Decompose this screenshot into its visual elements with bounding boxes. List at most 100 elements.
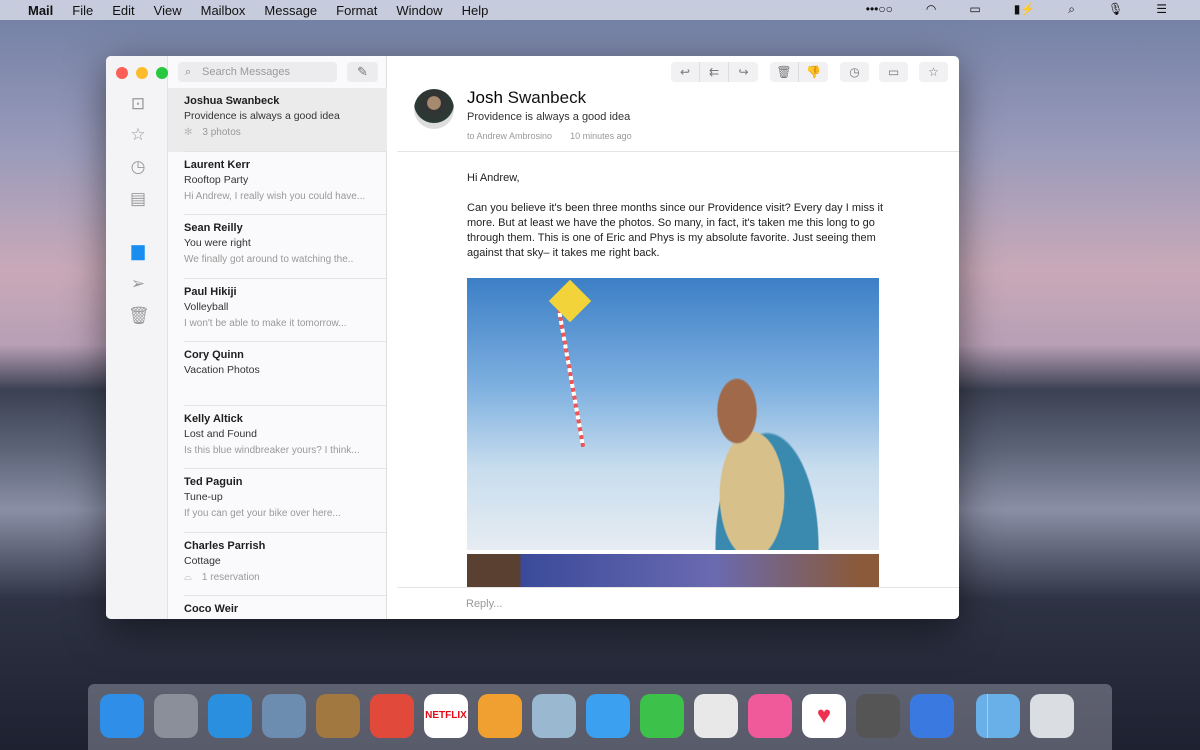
preview: If you can get your bike over here... (184, 508, 341, 519)
delete-button[interactable]: 🗑 (770, 62, 799, 82)
star-icon[interactable]: ☆ (128, 125, 148, 145)
avatar (414, 89, 454, 129)
trash-dock-icon[interactable] (1030, 694, 1074, 738)
email-body: Hi Andrew, Can you believe it's been thr… (467, 171, 887, 261)
launchpad-dock-icon[interactable] (154, 694, 198, 738)
junk-button[interactable]: 👎 (799, 62, 828, 82)
menu-mailbox[interactable]: Mailbox (201, 3, 246, 18)
subject: You were right (184, 237, 251, 249)
downloads-dock-icon[interactable] (976, 694, 1020, 738)
health-dock-icon[interactable]: ♥ (802, 694, 846, 738)
notification-center-icon[interactable]: ☰ (1156, 2, 1167, 17)
news-dock-icon[interactable] (694, 694, 738, 738)
dock: NETFLIX ♥ (88, 684, 1112, 750)
subject: Vacation Photos (184, 364, 260, 376)
facetime-dock-icon[interactable] (640, 694, 684, 738)
search-icon[interactable]: ⌕ (1068, 2, 1075, 17)
sent-icon[interactable]: ➢ (128, 274, 148, 294)
sender: Joshua Swanbeck (184, 95, 280, 107)
messages-dock-icon[interactable] (586, 694, 630, 738)
sender: Laurent Kerr (184, 158, 251, 171)
battery-icon[interactable]: ▮⚡ (1014, 2, 1036, 17)
preview: I won't be able to make it tomorrow... (184, 317, 347, 329)
sofa-icon: ⌓ (184, 571, 192, 583)
subject: Tune-up (184, 491, 223, 503)
mail-stamp-dock-icon[interactable] (262, 694, 306, 738)
airmail-dock-icon[interactable] (910, 694, 954, 738)
calendar-dock-icon[interactable] (370, 694, 414, 738)
greeting: Hi Andrew, (467, 172, 520, 184)
subject: Providence is always a good idea (184, 110, 340, 122)
recipient: to Andrew Ambrosino (467, 131, 553, 141)
sender: Paul Hikiji (184, 285, 237, 298)
zoom-button[interactable] (156, 67, 168, 79)
menu-message[interactable]: Message (264, 3, 317, 18)
archive-icon[interactable]: ▆ (128, 241, 148, 261)
message-list-item[interactable]: Paul Hikiji Volleyball I won't be able to … (168, 279, 387, 342)
preview: ⌓ 1 reservation (184, 571, 260, 583)
menu-edit[interactable]: Edit (112, 3, 134, 18)
document-icon[interactable]: ▤ (128, 189, 148, 209)
siri-icon[interactable]: 🎙 (1108, 2, 1123, 17)
inbox-icon[interactable]: ⊡ (128, 94, 148, 114)
menu-help[interactable]: Help (462, 3, 489, 18)
reply-button[interactable]: ↩ (671, 62, 700, 82)
menu-format[interactable]: Format (336, 3, 377, 18)
message-list-item[interactable]: Kelly Altick Lost and Found Is this blue w… (168, 406, 387, 469)
menu-file[interactable]: File (72, 3, 93, 18)
netflix-dock-icon[interactable]: NETFLIX (424, 694, 468, 738)
subject (184, 618, 387, 619)
reply-all-button[interactable]: ⇇ (700, 62, 729, 82)
photos-icon: ✻ (184, 127, 193, 138)
status-area: •••○○ ◠ ▭ ▮⚡ ⌕ 🎙 ☰ (866, 2, 1186, 17)
message-list-item[interactable]: Joshua Swanbeck Providence is always a go… (168, 88, 387, 152)
pages-dock-icon[interactable] (478, 694, 522, 738)
airplay-icon[interactable]: ▭ (969, 2, 980, 17)
trash-icon[interactable]: 🗑 (128, 306, 150, 326)
reply-input[interactable]: Reply... (397, 587, 959, 619)
message-list-item[interactable]: Ted Paguin Tune-up If you can get your bik… (168, 469, 387, 533)
mail-window: ⊡ ☆ ◷ ▤ ▆ ➢ 🗑 ⌕ Search Messages ✎ Joshua … (106, 56, 959, 619)
message-list-item[interactable]: Sean Reilly You were right We finally got … (168, 215, 387, 279)
photo-attachment[interactable] (467, 278, 879, 550)
safari-dock-icon[interactable] (208, 694, 252, 738)
search-input[interactable]: ⌕ Search Messages (178, 62, 337, 82)
preview-dock-icon[interactable] (532, 694, 576, 738)
sender: Kelly Altick (184, 412, 243, 425)
body-paragraph: Can you believe it's been three months s… (467, 202, 884, 259)
archive-button[interactable]: ▭ (879, 62, 908, 82)
snooze-button[interactable]: ◷ (840, 62, 869, 82)
message-list-item[interactable]: Coco Weir (168, 596, 387, 619)
contacts-dock-icon[interactable] (316, 694, 360, 738)
preview: Is this blue windbreaker yours? I think.… (184, 444, 360, 456)
message-list-item[interactable]: Laurent Kerr Rooftop Party Hi Andrew, I re… (168, 152, 387, 215)
finder-dock-icon[interactable] (100, 694, 144, 738)
menu-mail[interactable]: Mail (28, 3, 53, 18)
sender: Charles Parrish (184, 539, 266, 552)
wifi-icon[interactable]: ◠ (926, 2, 936, 17)
timer-icon[interactable]: ◷ (128, 157, 148, 177)
message-list-item[interactable]: Charles Parrish Cottage ⌓ 1 reservation (168, 533, 387, 596)
preview: We finally got around to watching the.. (184, 254, 354, 265)
email-meta: to Andrew Ambrosino 10 minutes ago (467, 131, 650, 141)
message-list: ⌕ Search Messages ✎ Joshua Swanbeck Provid… (168, 56, 387, 619)
menu-view[interactable]: View (154, 3, 182, 18)
menu-bar: Mail File Edit View Mailbox Message Format Wind… (0, 0, 1200, 20)
compose-button[interactable]: ✎ (347, 62, 378, 82)
minimize-button[interactable] (136, 67, 148, 79)
flag-star-button[interactable]: ☆ (919, 62, 948, 82)
search-icon: ⌕ (185, 66, 192, 78)
camera-dock-icon[interactable] (856, 694, 900, 738)
sender: Ted Paguin (184, 476, 243, 488)
itunes-dock-icon[interactable] (748, 694, 792, 738)
menu-window[interactable]: Window (396, 3, 442, 18)
sender: Sean Reilly (184, 222, 243, 234)
close-button[interactable] (116, 67, 128, 79)
message-view: ↩ ⇇ ↪ 🗑 👎 ◷ ▭ ☆ Josh Swanbeck Providence is… (387, 56, 959, 619)
preview (184, 381, 387, 396)
subject: Lost and Found (184, 427, 257, 440)
forward-button[interactable]: ↪ (729, 62, 758, 82)
timestamp: 10 minutes ago (570, 131, 632, 141)
message-list-item[interactable]: Cory Quinn Vacation Photos (168, 342, 387, 406)
photo-attachment[interactable] (467, 554, 879, 587)
